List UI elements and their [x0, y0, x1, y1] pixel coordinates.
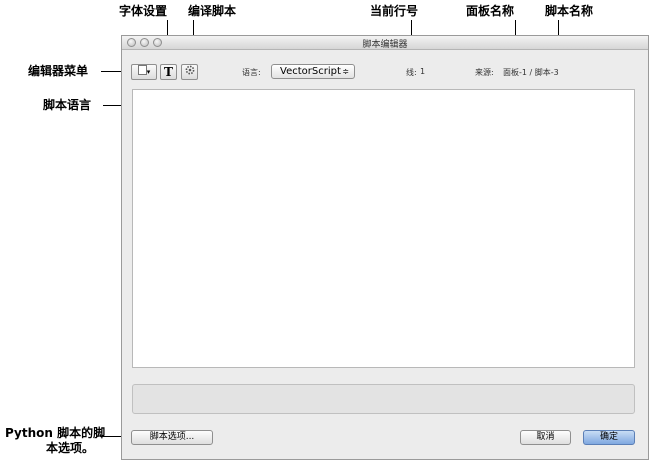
current-line-value: 1 [420, 67, 426, 76]
line-label: 线: [406, 68, 417, 77]
callout-python-options-1: Python 脚本的脚 [5, 426, 106, 440]
cancel-button[interactable]: 取消 [520, 430, 571, 445]
callout-panel-name: 面板名称 [466, 4, 515, 18]
window-title: 脚本编辑器 [362, 40, 408, 50]
source-label: 来源: [475, 68, 494, 77]
script-editor-window: 脚本编辑器 ▾ T 语言: VectorScript ≑ 线: 1 来源: 面板… [121, 35, 649, 460]
callout-compile-script: 编译脚本 [188, 4, 237, 18]
callout-script-name: 脚本名称 [545, 4, 594, 18]
callout-font-settings: 字体设置 [119, 4, 168, 18]
callout-script-language: 脚本语言 [43, 98, 92, 112]
callout-editor-menu: 编辑器菜单 [28, 64, 89, 78]
document-icon [137, 65, 147, 75]
callout-python-options-2: 本选项。 [46, 441, 95, 455]
chevron-down-icon: ▾ [146, 68, 151, 76]
text-t-icon: T [164, 65, 173, 79]
script-options-button[interactable]: 脚本选项... [131, 430, 213, 445]
compile-script-button[interactable] [181, 64, 198, 80]
script-text-area[interactable] [132, 89, 635, 368]
callout-current-line: 当前行号 [370, 4, 419, 18]
title-bar[interactable]: 脚本编辑器 [122, 36, 648, 50]
ok-button[interactable]: 确定 [583, 430, 635, 445]
font-settings-button[interactable]: T [160, 64, 177, 80]
script-language-value: VectorScript [280, 66, 341, 77]
message-area [132, 384, 635, 414]
editor-menu-button[interactable]: ▾ [131, 64, 157, 80]
script-language-select[interactable]: VectorScript ≑ [271, 64, 355, 79]
select-arrows-icon: ≑ [342, 67, 349, 76]
language-label: 语言: [242, 68, 261, 77]
gear-icon [185, 65, 194, 75]
source-value: 面板-1 / 脚本-3 [503, 68, 559, 77]
